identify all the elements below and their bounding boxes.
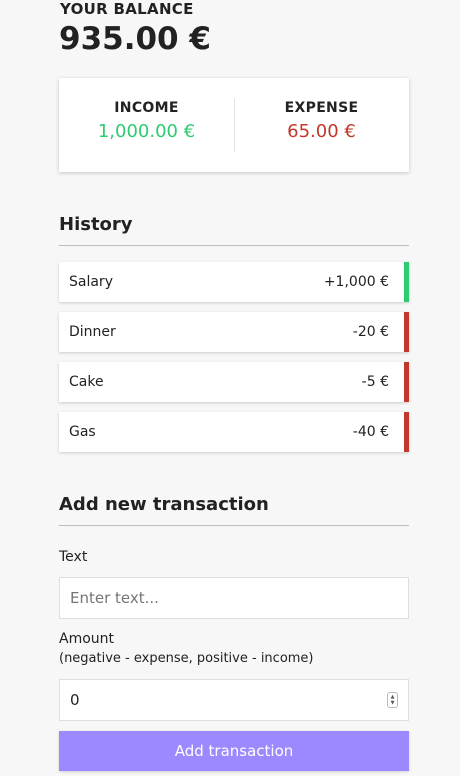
balance-label: YOUR BALANCE [60,0,194,18]
amount-input[interactable]: 0 ▲ ▼ [59,679,409,721]
amount-input-value: 0 [70,691,80,709]
text-input[interactable]: Enter text... [59,577,409,619]
spinner-down-icon[interactable]: ▼ [391,700,395,706]
transaction-text: Salary [69,274,113,290]
income-label: INCOME [114,100,179,116]
transaction-amount: -40 € [352,424,389,440]
text-field-label: Text [59,549,88,565]
balance-value: 935.00 € [59,21,211,57]
transaction-text: Gas [69,424,96,440]
transaction-amount: +1,000 € [323,274,389,290]
income-expense-card: INCOME 1,000.00 € EXPENSE 65.00 € [59,78,409,172]
history-item[interactable]: Salary +1,000 € [59,262,409,302]
expense-amount: 65.00 € [287,121,356,142]
history-item[interactable]: Cake -5 € [59,362,409,402]
amount-field-label: Amount [59,631,115,647]
income-summary: INCOME 1,000.00 € [59,78,234,142]
history-item[interactable]: Dinner -20 € [59,312,409,352]
add-transaction-heading: Add new transaction [59,494,409,526]
number-spinner-icon[interactable]: ▲ ▼ [387,692,398,708]
add-transaction-button[interactable]: Add transaction [59,731,409,771]
history-heading: History [59,214,409,246]
amount-hint: (negative - expense, positive - income) [59,651,314,666]
transaction-text: Cake [69,374,104,390]
transaction-amount: -20 € [352,324,389,340]
text-input-placeholder: Enter text... [70,589,159,607]
expense-label: EXPENSE [284,100,359,116]
history-item[interactable]: Gas -40 € [59,412,409,452]
income-amount: 1,000.00 € [97,121,196,142]
history-list: Salary +1,000 € Dinner -20 € Cake -5 € G… [59,262,409,462]
transaction-text: Dinner [69,324,116,340]
expense-summary: EXPENSE 65.00 € [234,78,409,142]
transaction-amount: -5 € [361,374,389,390]
